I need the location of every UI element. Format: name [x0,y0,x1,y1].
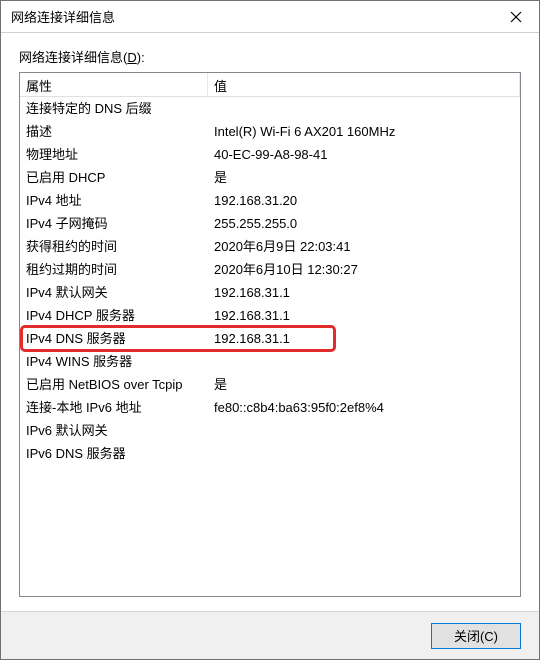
table-row[interactable]: 已启用 NetBIOS over Tcpip是 [20,373,520,396]
list-header: 属性 值 [20,73,520,97]
table-row[interactable]: IPv4 默认网关192.168.31.1 [20,281,520,304]
value-cell: 192.168.31.1 [208,327,520,350]
table-row[interactable]: IPv4 DHCP 服务器192.168.31.1 [20,304,520,327]
value-cell: 192.168.31.1 [208,281,520,304]
table-row[interactable]: 连接-本地 IPv6 地址fe80::c8b4:ba63:95f0:2ef8%4 [20,396,520,419]
column-header-property[interactable]: 属性 [20,73,208,96]
property-cell: IPv6 DNS 服务器 [20,442,208,465]
close-button[interactable]: 关闭(C) [431,623,521,649]
value-cell [208,97,520,120]
button-bar: 关闭(C) [1,611,539,659]
dialog-body: 网络连接详细信息(D): 属性 值 连接特定的 DNS 后缀描述Intel(R)… [1,33,539,611]
property-cell: 已启用 DHCP [20,166,208,189]
property-cell: IPv4 DNS 服务器 [20,327,208,350]
details-label-prefix: 网络连接详细信息( [19,50,127,65]
table-row[interactable]: 获得租约的时间2020年6月9日 22:03:41 [20,235,520,258]
value-cell: Intel(R) Wi-Fi 6 AX201 160MHz [208,120,520,143]
value-cell: fe80::c8b4:ba63:95f0:2ef8%4 [208,396,520,419]
property-cell: IPv4 DHCP 服务器 [20,304,208,327]
value-cell: 192.168.31.20 [208,189,520,212]
property-cell: IPv6 默认网关 [20,419,208,442]
table-row[interactable]: IPv4 WINS 服务器 [20,350,520,373]
details-label-hotkey: D [127,50,136,65]
value-cell: 是 [208,373,520,396]
property-cell: 获得租约的时间 [20,235,208,258]
window-title: 网络连接详细信息 [11,7,493,26]
table-row[interactable]: 描述Intel(R) Wi-Fi 6 AX201 160MHz [20,120,520,143]
table-row[interactable]: IPv6 默认网关 [20,419,520,442]
table-row[interactable]: 物理地址40-EC-99-A8-98-41 [20,143,520,166]
column-header-value[interactable]: 值 [208,73,520,96]
value-cell: 是 [208,166,520,189]
table-row[interactable]: IPv4 DNS 服务器192.168.31.1 [20,327,520,350]
property-cell: 已启用 NetBIOS over Tcpip [20,373,208,396]
value-cell: 192.168.31.1 [208,304,520,327]
value-cell [208,350,520,373]
property-cell: 租约过期的时间 [20,258,208,281]
value-cell: 2020年6月10日 12:30:27 [208,258,520,281]
value-cell: 40-EC-99-A8-98-41 [208,143,520,166]
property-cell: IPv4 地址 [20,189,208,212]
property-cell: 连接特定的 DNS 后缀 [20,97,208,120]
property-cell: 连接-本地 IPv6 地址 [20,396,208,419]
table-row[interactable]: IPv4 地址192.168.31.20 [20,189,520,212]
table-row[interactable]: IPv6 DNS 服务器 [20,442,520,465]
titlebar: 网络连接详细信息 [1,1,539,33]
property-cell: 物理地址 [20,143,208,166]
details-listbox[interactable]: 属性 值 连接特定的 DNS 后缀描述Intel(R) Wi-Fi 6 AX20… [19,72,521,597]
value-cell: 255.255.255.0 [208,212,520,235]
value-cell: 2020年6月9日 22:03:41 [208,235,520,258]
table-row[interactable]: 已启用 DHCP是 [20,166,520,189]
value-cell [208,442,520,465]
list-body: 连接特定的 DNS 后缀描述Intel(R) Wi-Fi 6 AX201 160… [20,97,520,465]
dialog-window: 网络连接详细信息 网络连接详细信息(D): 属性 值 连接特定的 DNS 后缀描… [0,0,540,660]
details-label-suffix: ): [137,50,145,65]
property-cell: IPv4 WINS 服务器 [20,350,208,373]
property-cell: 描述 [20,120,208,143]
close-icon[interactable] [493,1,539,33]
property-cell: IPv4 子网掩码 [20,212,208,235]
table-row[interactable]: 连接特定的 DNS 后缀 [20,97,520,120]
table-row[interactable]: 租约过期的时间2020年6月10日 12:30:27 [20,258,520,281]
property-cell: IPv4 默认网关 [20,281,208,304]
table-row[interactable]: IPv4 子网掩码255.255.255.0 [20,212,520,235]
details-label: 网络连接详细信息(D): [19,47,521,66]
value-cell [208,419,520,442]
